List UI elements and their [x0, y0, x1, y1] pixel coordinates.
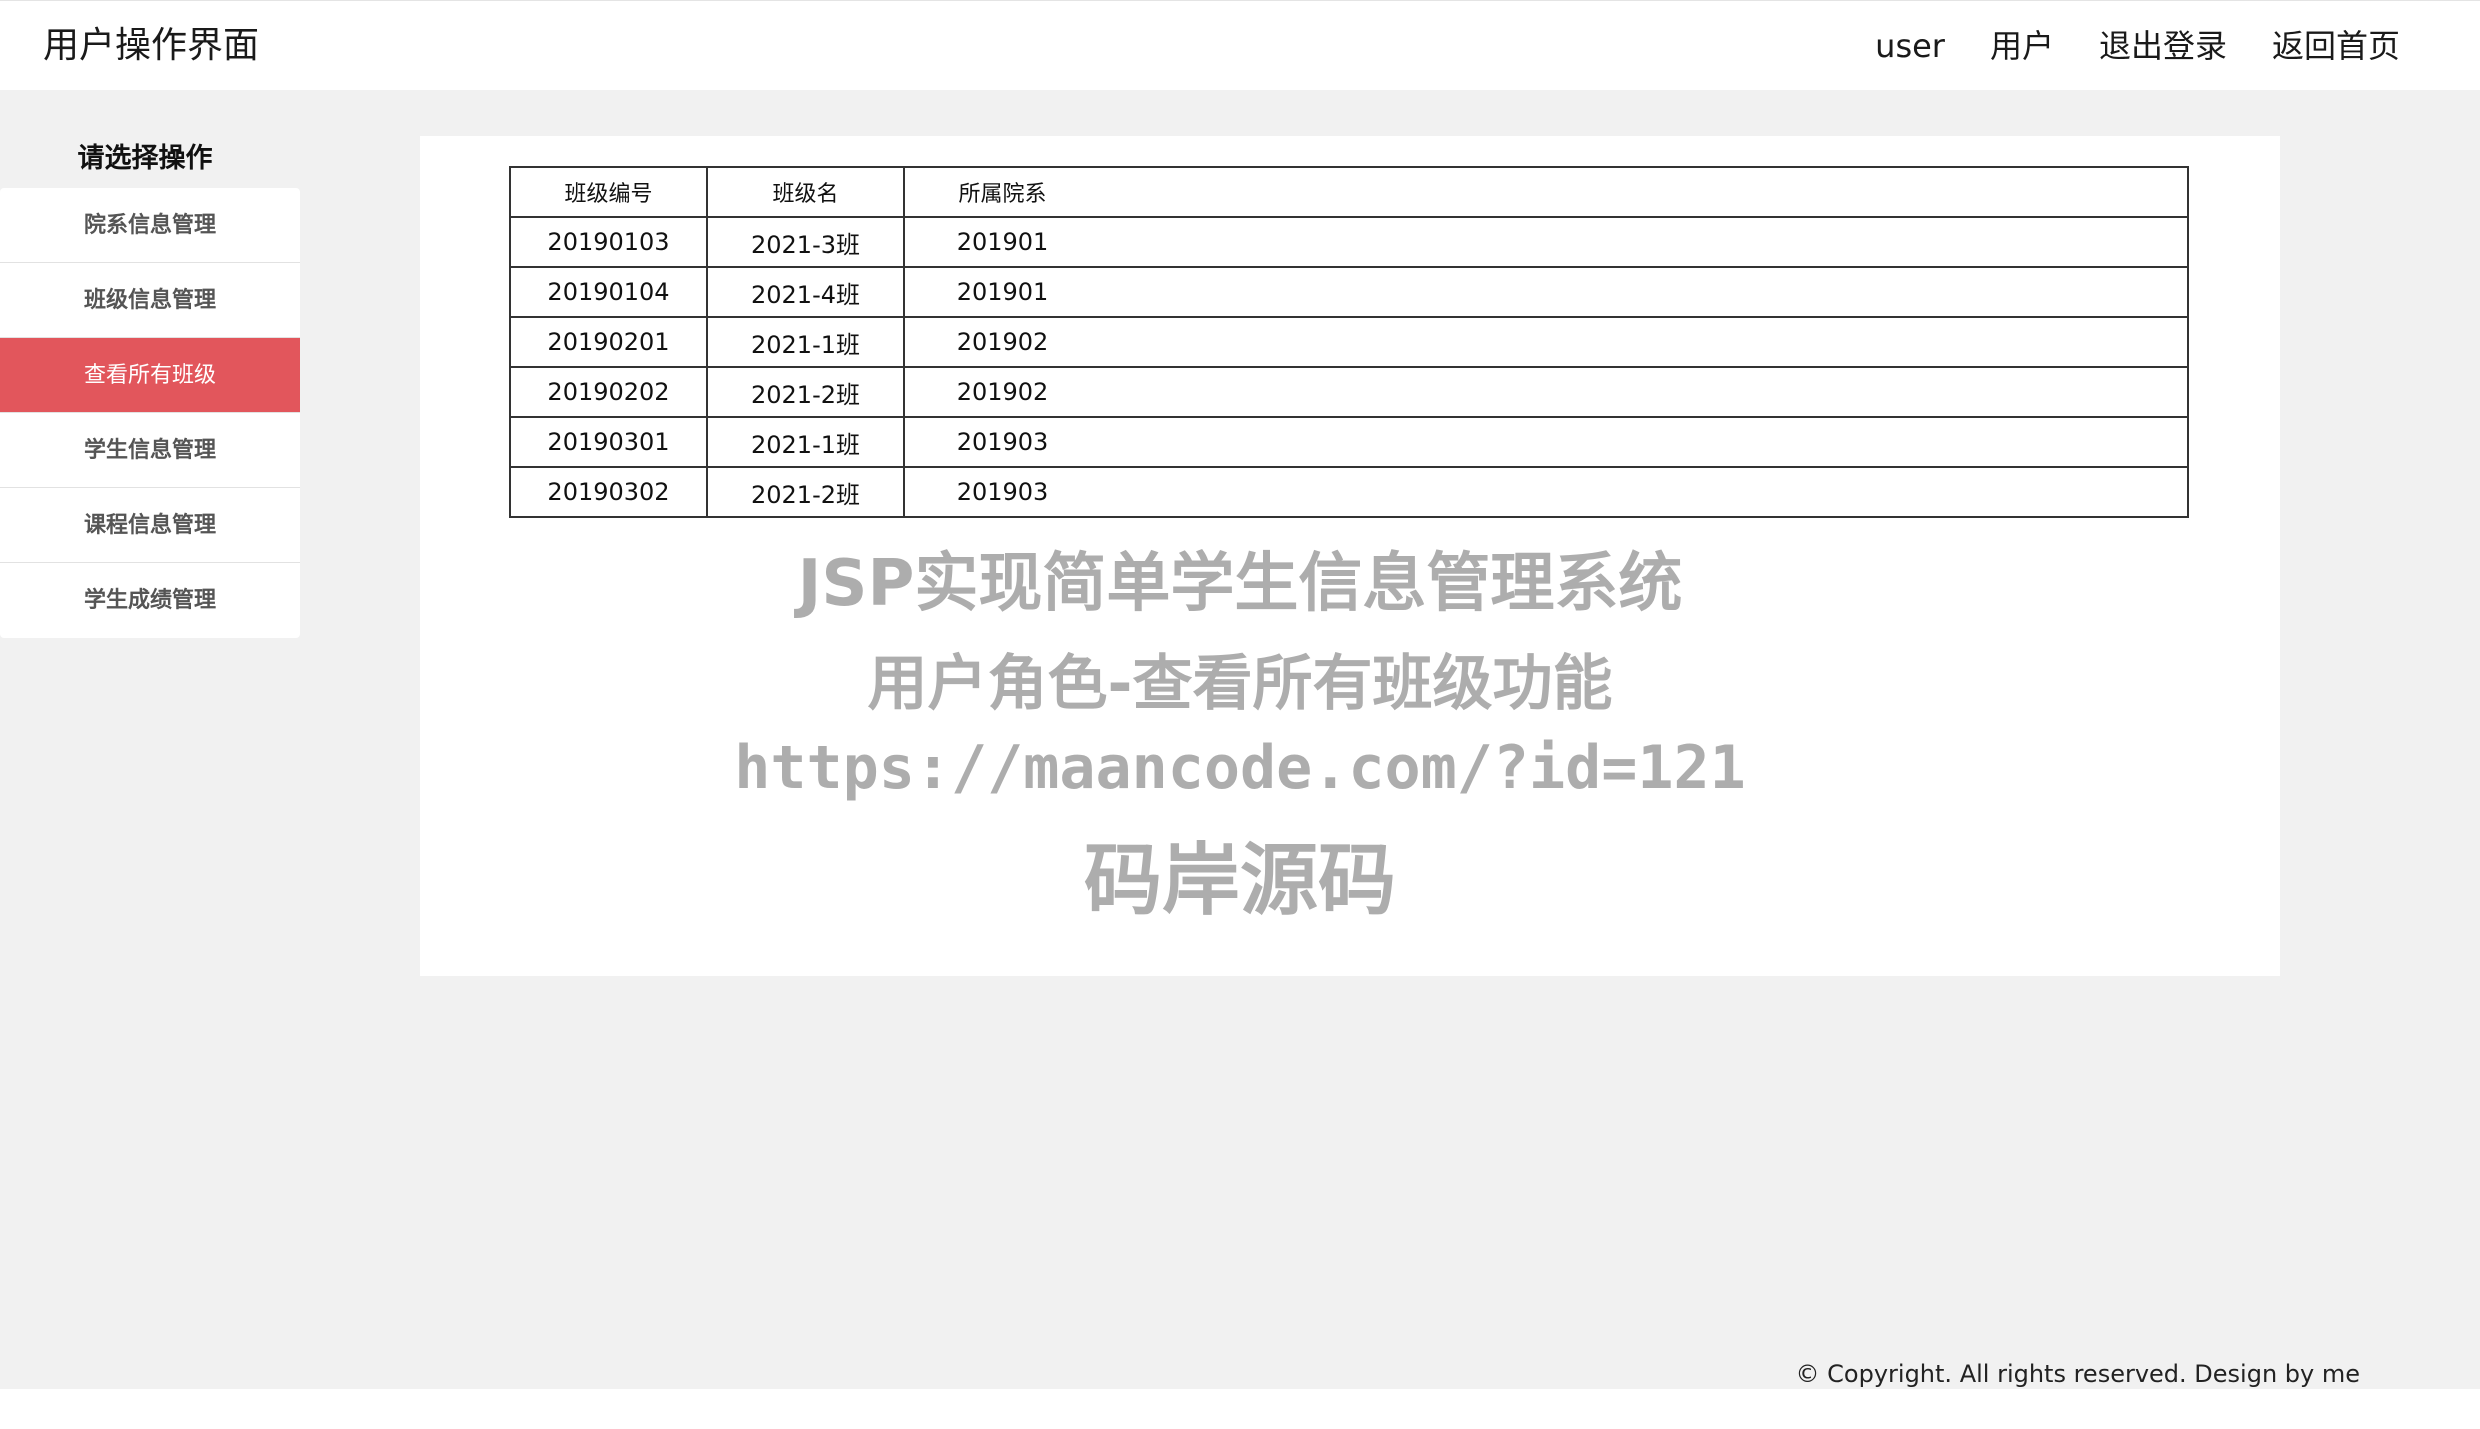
- nav-username[interactable]: user: [1875, 23, 1945, 69]
- cell-class-name: 2021-2班: [706, 366, 905, 418]
- column-header-class-name: 班级名: [706, 166, 905, 218]
- cell-class-name: 2021-4班: [706, 266, 905, 318]
- table-row: 20190302 2021-2班 201903: [509, 466, 2189, 518]
- watermark-title: JSP实现简单学生信息管理系统: [797, 547, 1683, 621]
- sidebar-heading: 请选择操作: [77, 143, 213, 174]
- watermark-brand: 码岸源码: [1083, 836, 1396, 926]
- cell-class-id: 20190301: [509, 416, 708, 468]
- watermark-subtitle: 用户角色-查看所有班级功能: [867, 649, 1613, 719]
- column-header-department: 所属院系: [903, 166, 1100, 218]
- cell-department: 201902: [903, 366, 1100, 418]
- cell-department: 201901: [903, 216, 1100, 268]
- cell-spacer: [1100, 216, 2189, 268]
- sidebar-item-class-management[interactable]: 班级信息管理: [0, 263, 300, 338]
- cell-class-id: 20190201: [509, 316, 708, 368]
- cell-department: 201903: [903, 416, 1100, 468]
- sidebar-item-grade-management[interactable]: 学生成绩管理: [0, 563, 300, 638]
- class-table: 班级编号 班级名 所属院系 20190103 2021-3班 201901 20…: [509, 166, 2189, 518]
- top-navbar: 用户操作界面 user 用户 退出登录 返回首页: [0, 0, 2480, 90]
- footer-copyright: © Copyright. All rights reserved. Design…: [1795, 1360, 2360, 1388]
- sidebar-item-department-management[interactable]: 院系信息管理: [0, 188, 300, 263]
- cell-spacer: [1100, 266, 2189, 318]
- cell-department: 201901: [903, 266, 1100, 318]
- cell-spacer: [1100, 416, 2189, 468]
- sidebar-item-course-management[interactable]: 课程信息管理: [0, 488, 300, 563]
- watermark-url: https://maancode.com/?id=121: [734, 733, 1746, 803]
- cell-class-name: 2021-2班: [706, 466, 905, 518]
- footer-bar: [0, 1389, 2480, 1429]
- app-title: 用户操作界面: [43, 25, 260, 66]
- table-row: 20190103 2021-3班 201901: [509, 216, 2189, 268]
- table-header-row: 班级编号 班级名 所属院系: [509, 166, 2189, 218]
- table-row: 20190202 2021-2班 201902: [509, 366, 2189, 418]
- cell-spacer: [1100, 316, 2189, 368]
- top-nav: user 用户 退出登录 返回首页: [1875, 23, 2400, 69]
- table-row: 20190301 2021-1班 201903: [509, 416, 2189, 468]
- cell-spacer: [1100, 366, 2189, 418]
- sidebar-item-view-all-classes[interactable]: 查看所有班级: [0, 338, 300, 413]
- sidebar-menu: 院系信息管理 班级信息管理 查看所有班级 学生信息管理 课程信息管理 学生成绩管…: [0, 188, 300, 638]
- column-header-spacer: [1100, 166, 2189, 218]
- cell-spacer: [1100, 466, 2189, 518]
- nav-home-link[interactable]: 返回首页: [2272, 23, 2400, 69]
- table-row: 20190201 2021-1班 201902: [509, 316, 2189, 368]
- cell-class-id: 20190103: [509, 216, 708, 268]
- cell-department: 201903: [903, 466, 1100, 518]
- cell-class-name: 2021-3班: [706, 216, 905, 268]
- cell-class-id: 20190104: [509, 266, 708, 318]
- cell-department: 201902: [903, 316, 1100, 368]
- cell-class-id: 20190302: [509, 466, 708, 518]
- column-header-class-id: 班级编号: [509, 166, 708, 218]
- cell-class-id: 20190202: [509, 366, 708, 418]
- table-row: 20190104 2021-4班 201901: [509, 266, 2189, 318]
- sidebar-item-student-management[interactable]: 学生信息管理: [0, 413, 300, 488]
- cell-class-name: 2021-1班: [706, 416, 905, 468]
- cell-class-name: 2021-1班: [706, 316, 905, 368]
- nav-logout-link[interactable]: 退出登录: [2099, 23, 2227, 69]
- nav-user-role[interactable]: 用户: [1990, 23, 2054, 69]
